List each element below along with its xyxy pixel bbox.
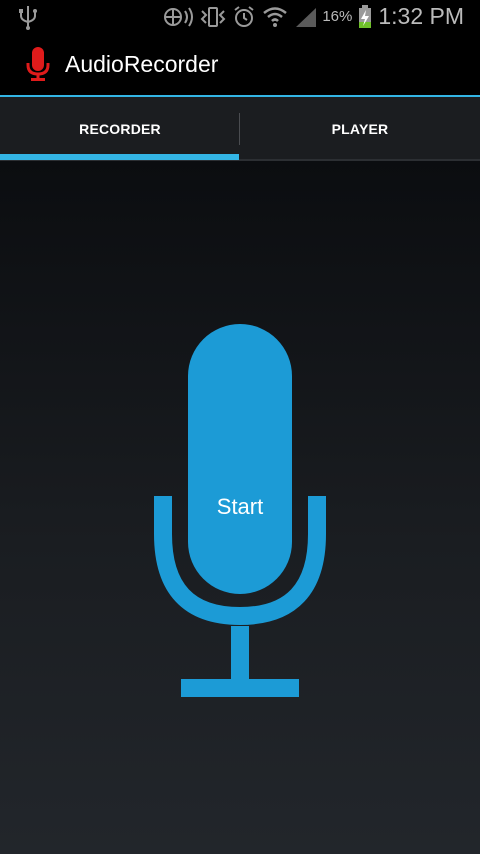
tab-recorder-label: RECORDER xyxy=(79,121,161,137)
usb-icon xyxy=(18,4,38,35)
signal-icon xyxy=(294,6,318,28)
vibrate-icon xyxy=(200,6,226,28)
battery-charging-icon xyxy=(358,4,372,29)
tab-bar: RECORDER PLAYER xyxy=(0,97,480,161)
alarm-icon xyxy=(232,5,256,29)
recorder-panel: Start xyxy=(0,161,480,854)
start-record-button[interactable]: Start xyxy=(190,494,290,520)
wifi-icon xyxy=(262,5,288,29)
microphone-app-icon[interactable] xyxy=(26,47,50,88)
battery-percent: 16% xyxy=(322,8,353,25)
tab-selected-indicator xyxy=(0,154,239,160)
microphone-base xyxy=(181,679,299,697)
microphone-capsule[interactable] xyxy=(188,324,292,594)
clock-time: 1:32 PM xyxy=(378,3,464,29)
nfc-icon xyxy=(162,6,194,28)
tab-player[interactable]: PLAYER xyxy=(240,97,480,161)
microphone-stand xyxy=(231,626,249,684)
action-bar: AudioRecorder xyxy=(0,33,480,95)
app-title: AudioRecorder xyxy=(65,51,219,77)
tab-separator xyxy=(239,113,240,145)
status-bar: 16% 1:32 PM xyxy=(0,0,480,33)
tab-player-label: PLAYER xyxy=(331,121,389,137)
tab-recorder[interactable]: RECORDER xyxy=(0,97,240,161)
